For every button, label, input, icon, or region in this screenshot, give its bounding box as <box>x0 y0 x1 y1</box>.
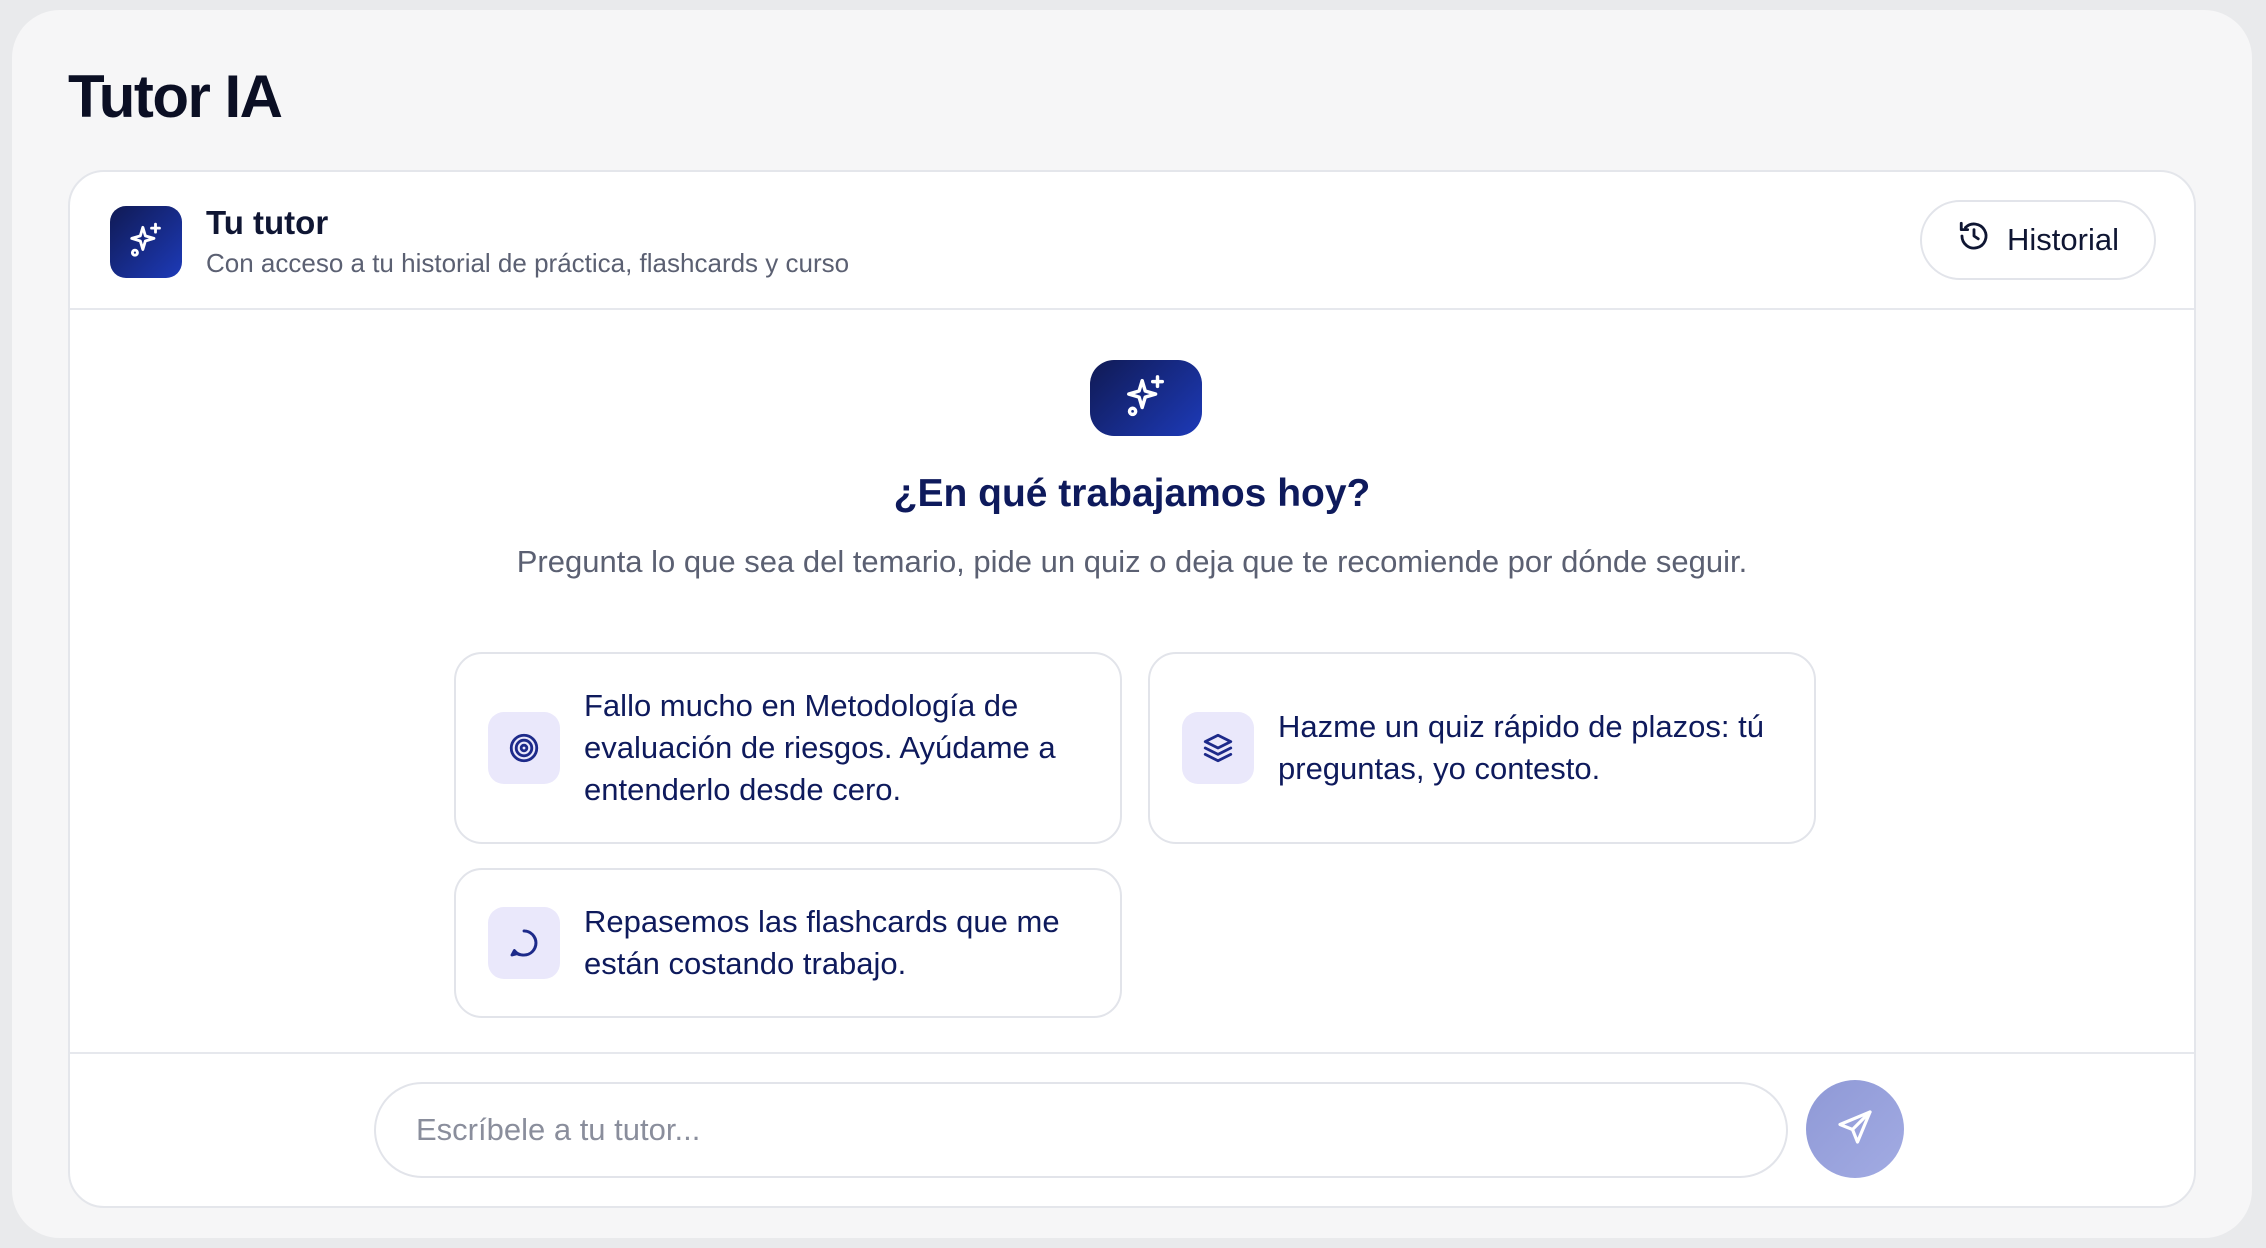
suggestion-text: Hazme un quiz rápido de plazos: tú pregu… <box>1278 709 1764 786</box>
history-icon <box>1957 219 1991 261</box>
tutor-avatar <box>110 206 182 278</box>
send-button[interactable] <box>1806 1080 1904 1178</box>
chat-header: Tu tutor Con acceso a tu historial de pr… <box>70 172 2194 310</box>
tutor-name: Tu tutor <box>206 204 329 241</box>
target-icon <box>488 712 560 784</box>
suggestion-text: Fallo mucho en Metodología de evaluación… <box>584 688 1056 807</box>
sparkles-icon <box>127 221 165 264</box>
suggestion-card-review-flashcards[interactable]: Repasemos las flashcards que me están co… <box>454 868 1122 1018</box>
sparkles-icon <box>1123 373 1169 424</box>
chat-bubble-icon <box>488 907 560 979</box>
tutor-description: Con acceso a tu historial de práctica, f… <box>206 248 850 278</box>
suggestion-card-risk-methodology[interactable]: Fallo mucho en Metodología de evaluación… <box>454 652 1122 844</box>
layers-icon <box>1182 712 1254 784</box>
app-page: Tutor IA Tu tutor Con acceso a tu histor… <box>12 10 2252 1238</box>
suggestion-card-quick-quiz[interactable]: Hazme un quiz rápido de plazos: tú pregu… <box>1148 652 1816 844</box>
history-button[interactable]: Historial <box>1920 200 2156 280</box>
message-composer <box>70 1052 2194 1206</box>
page-title: Tutor IA <box>68 63 283 130</box>
welcome-subtitle: Pregunta lo que sea del temario, pide un… <box>516 544 1748 579</box>
history-button-label: Historial <box>2007 222 2119 257</box>
tutor-chat-card: Tu tutor Con acceso a tu historial de pr… <box>68 170 2196 1208</box>
message-input[interactable] <box>374 1082 1788 1178</box>
welcome-title: ¿En qué trabajamos hoy? <box>893 472 1371 515</box>
suggestion-text: Repasemos las flashcards que me están co… <box>584 904 1060 981</box>
hero-sparkles-badge <box>1090 360 1202 436</box>
send-icon <box>1835 1107 1875 1152</box>
